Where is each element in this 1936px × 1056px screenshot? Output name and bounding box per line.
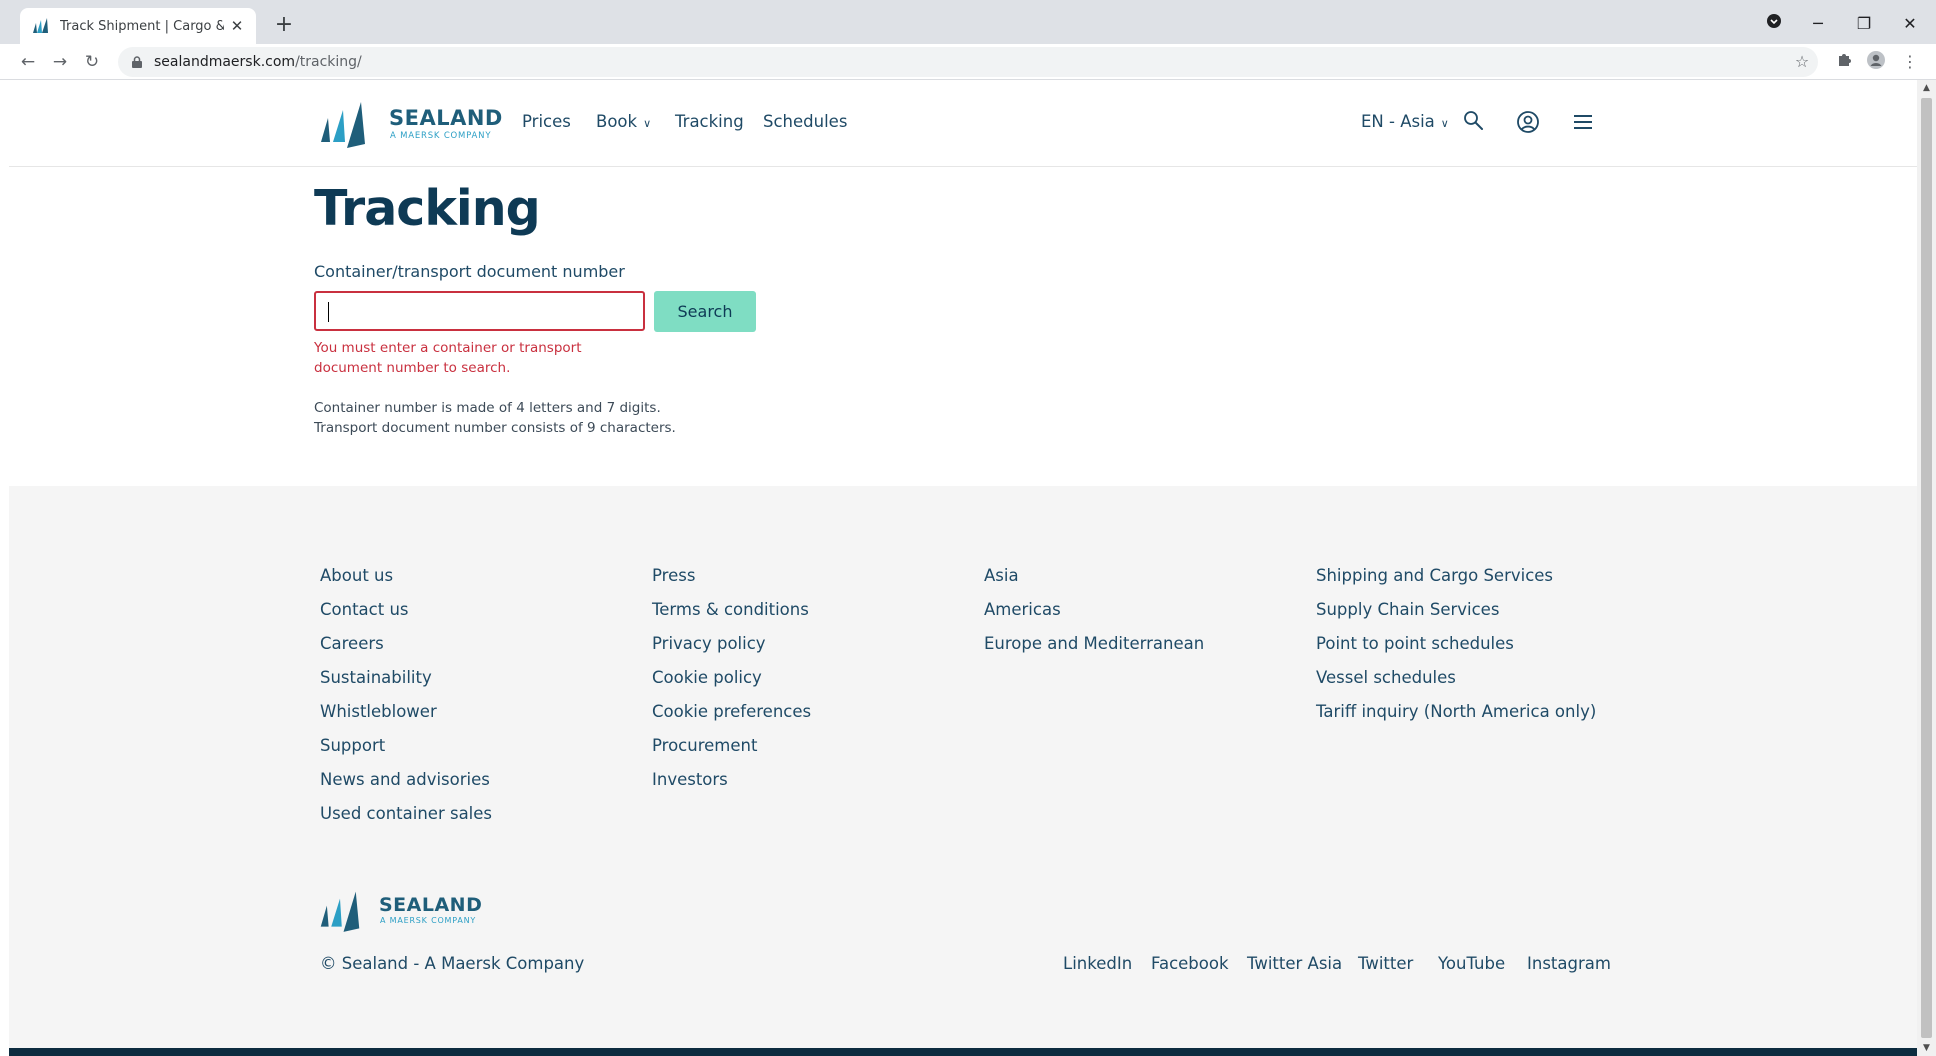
profile-icon[interactable]	[1864, 50, 1888, 74]
tab-close-icon[interactable]: ✕	[228, 17, 246, 35]
footer-link[interactable]: Americas	[984, 600, 1204, 634]
footer-link[interactable]: Used container sales	[320, 804, 492, 838]
footer-link[interactable]: Tariff inquiry (North America only)	[1316, 702, 1596, 736]
new-tab-icon[interactable]: +	[270, 11, 298, 39]
footer-link[interactable]: Press	[652, 566, 811, 600]
copyright: © Sealand - A Maersk Company	[320, 954, 585, 973]
lock-icon	[132, 56, 142, 68]
locale-selector[interactable]: EN - Asia ∨	[1361, 112, 1449, 131]
sealand-sails-icon	[321, 102, 365, 148]
tab-title: Track Shipment | Cargo & Cont	[60, 18, 224, 34]
user-account-icon[interactable]	[1514, 108, 1542, 136]
nav-schedules[interactable]: Schedules	[763, 112, 847, 131]
restore-icon[interactable]: ❐	[1852, 12, 1876, 36]
nav-tracking[interactable]: Tracking	[675, 112, 744, 131]
social-link-facebook[interactable]: Facebook	[1151, 954, 1229, 973]
footer-link[interactable]: Cookie preferences	[652, 702, 811, 736]
vertical-scrollbar[interactable]: ▲ ▼	[1917, 80, 1936, 1056]
footer-sealand-logo[interactable]: SEALAND A MAERSK COMPANY	[319, 888, 509, 932]
footer-link[interactable]: Procurement	[652, 736, 811, 770]
browser-tab[interactable]: Track Shipment | Cargo & Cont ✕	[20, 8, 256, 44]
search-button[interactable]: Search	[654, 291, 756, 332]
bottom-bar	[9, 1048, 1917, 1056]
sealand-sails-icon	[320, 891, 360, 932]
logo-wordmark: SEALAND	[389, 106, 503, 130]
footer-link[interactable]: Careers	[320, 634, 492, 668]
logo-subtitle: A MAERSK COMPANY	[390, 131, 492, 141]
footer-link[interactable]: Supply Chain Services	[1316, 600, 1596, 634]
url-path: /tracking/	[295, 54, 362, 70]
tab-search-icon[interactable]	[1762, 12, 1786, 36]
footer-link[interactable]: Contact us	[320, 600, 492, 634]
url-host: sealandmaersk.com	[154, 54, 296, 70]
footer-link[interactable]: Terms & conditions	[652, 600, 811, 634]
social-link-linkedin[interactable]: LinkedIn	[1063, 954, 1132, 973]
hamburger-menu-icon[interactable]	[1569, 108, 1597, 136]
reload-icon[interactable]: ↻	[80, 50, 104, 74]
tracking-number-input[interactable]	[314, 291, 645, 331]
footer-link[interactable]: Privacy policy	[652, 634, 811, 668]
footer-link[interactable]: Sustainability	[320, 668, 492, 702]
sealand-logo[interactable]: SEALAND A MAERSK COMPANY	[319, 98, 509, 148]
nav-prices[interactable]: Prices	[522, 112, 571, 131]
hint-transport-document: Transport document number consists of 9 …	[314, 420, 676, 436]
nav-book-label: Book	[596, 112, 638, 131]
browser-chrome: Track Shipment | Cargo & Cont ✕ + ─ ❐ ✕ …	[0, 0, 1936, 80]
footer-link[interactable]: Shipping and Cargo Services	[1316, 566, 1596, 600]
scroll-up-arrow-icon[interactable]: ▲	[1917, 80, 1936, 96]
hint-container-number: Container number is made of 4 letters an…	[314, 400, 661, 416]
footer-column-legal: Press Terms & conditions Privacy policy …	[652, 566, 811, 804]
footer-link[interactable]: Cookie policy	[652, 668, 811, 702]
footer-link[interactable]: Vessel schedules	[1316, 668, 1596, 702]
format-hint: Container number is made of 4 letters an…	[314, 398, 734, 438]
chevron-down-icon: ∨	[1440, 117, 1449, 130]
minimize-icon[interactable]: ─	[1806, 12, 1830, 36]
browser-menu-icon[interactable]: ⋮	[1898, 50, 1922, 74]
tab-strip: Track Shipment | Cargo & Cont ✕ + ─ ❐ ✕	[0, 0, 1936, 44]
tracking-field-label: Container/transport document number	[314, 262, 625, 281]
scroll-down-arrow-icon[interactable]: ▼	[1917, 1040, 1936, 1056]
extensions-icon[interactable]	[1832, 50, 1856, 74]
chevron-down-icon: ∨	[643, 117, 652, 130]
nav-book[interactable]: Book ∨	[596, 112, 651, 131]
logo-wordmark: SEALAND	[379, 894, 483, 916]
social-link-youtube[interactable]: YouTube	[1438, 954, 1505, 973]
site-footer: About us Contact us Careers Sustainabili…	[9, 486, 1917, 1056]
scrollbar-thumb[interactable]	[1921, 98, 1932, 1038]
page-viewport: SEALAND A MAERSK COMPANY Prices Book ∨ Tr…	[9, 80, 1917, 1056]
text-caret	[328, 302, 329, 322]
search-icon[interactable]	[1461, 108, 1489, 136]
footer-link[interactable]: Asia	[984, 566, 1204, 600]
logo-subtitle: A MAERSK COMPANY	[380, 916, 477, 925]
footer-link[interactable]: Whistleblower	[320, 702, 492, 736]
forward-icon[interactable]: →	[48, 50, 72, 74]
browser-toolbar: ← → ↻ sealandmaersk.com/tracking/ ☆ ⋮	[0, 44, 1936, 80]
locale-label: EN - Asia	[1361, 112, 1435, 131]
page-title: Tracking	[314, 180, 541, 237]
social-link-twitter-asia[interactable]: Twitter Asia	[1247, 954, 1342, 973]
validation-error: You must enter a container or transport …	[314, 340, 582, 376]
footer-link[interactable]: Point to point schedules	[1316, 634, 1596, 668]
site-header: SEALAND A MAERSK COMPANY Prices Book ∨ Tr…	[9, 80, 1917, 167]
sealand-favicon-icon	[33, 18, 48, 33]
footer-link[interactable]: Investors	[652, 770, 811, 804]
bookmark-star-icon[interactable]: ☆	[1790, 50, 1814, 74]
footer-link[interactable]: Support	[320, 736, 492, 770]
social-link-twitter[interactable]: Twitter	[1358, 954, 1413, 973]
footer-column-company: About us Contact us Careers Sustainabili…	[320, 566, 492, 838]
back-icon[interactable]: ←	[16, 50, 40, 74]
social-link-instagram[interactable]: Instagram	[1527, 954, 1611, 973]
address-bar[interactable]: sealandmaersk.com/tracking/	[118, 47, 1818, 77]
footer-link[interactable]: Europe and Mediterranean	[984, 634, 1204, 668]
footer-link[interactable]: News and advisories	[320, 770, 492, 804]
footer-link[interactable]: About us	[320, 566, 492, 600]
footer-column-regions: Asia Americas Europe and Mediterranean	[984, 566, 1204, 668]
footer-column-services: Shipping and Cargo Services Supply Chain…	[1316, 566, 1596, 736]
close-window-icon[interactable]: ✕	[1898, 12, 1922, 36]
